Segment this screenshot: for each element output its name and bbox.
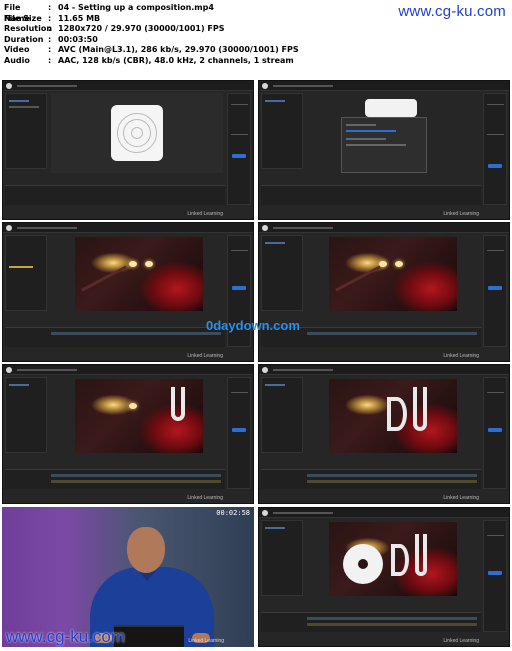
dj-logo-j-icon — [415, 534, 427, 576]
timeline-panel — [5, 327, 225, 347]
panel-button[interactable] — [232, 286, 246, 290]
brand-label: Linked Learning — [187, 353, 223, 359]
brand-label: Linked Learning — [187, 495, 223, 501]
brand-label: Linked Learning — [443, 211, 479, 217]
file-info-panel: File Name:04 - Setting up a composition.… — [4, 3, 304, 66]
app-logo-icon — [6, 367, 12, 373]
dj-logo-d-icon — [387, 397, 407, 431]
thumbnail-5: Linked Learning — [2, 364, 254, 504]
thumbnail-6: Linked Learning — [258, 364, 510, 504]
panel-button[interactable] — [488, 164, 502, 168]
disc-logo-icon — [111, 105, 163, 161]
watermark-bottom: www.cg-ku.com — [6, 627, 126, 646]
app-logo-icon — [262, 225, 268, 231]
brand-label: Linked Learning — [443, 353, 479, 359]
dj-logo-d-icon — [391, 544, 409, 576]
properties-panel — [227, 93, 251, 205]
app-logo-icon — [6, 83, 12, 89]
project-panel — [5, 235, 47, 311]
app-toolbar — [3, 81, 253, 91]
timeline-panel — [261, 469, 481, 489]
properties-panel — [483, 93, 507, 205]
app-toolbar — [259, 81, 509, 91]
panel-button[interactable] — [488, 571, 502, 575]
project-panel — [5, 93, 47, 169]
timeline-panel — [261, 612, 481, 632]
watermark-top: www.cg-ku.com — [398, 3, 506, 20]
timeline-panel — [261, 185, 481, 205]
brand-label: Linked Learning — [443, 638, 479, 644]
brand-label: Linked Learning — [188, 638, 224, 644]
dj-mixer-photo — [75, 237, 203, 311]
app-toolbar — [3, 223, 253, 233]
disc-logo-icon — [343, 544, 383, 584]
project-panel — [261, 377, 303, 453]
dj-mixer-photo — [75, 379, 203, 453]
brand-label: Linked Learning — [443, 495, 479, 501]
properties-panel — [483, 520, 507, 632]
disc-logo-icon — [365, 99, 417, 117]
panel-button[interactable] — [488, 286, 502, 290]
dj-logo-icon — [171, 387, 185, 421]
properties-panel — [483, 377, 507, 489]
file-info-row: Duration:00:03:50 — [4, 34, 98, 44]
thumbnail-2: Linked Learning — [258, 80, 510, 220]
project-panel — [261, 520, 303, 596]
brand-label: Linked Learning — [187, 211, 223, 217]
dj-logo-j-icon — [413, 387, 427, 431]
file-info-row: Resolution:1280x720 / 29.970 (30000/1001… — [4, 24, 225, 33]
app-toolbar — [259, 365, 509, 375]
project-panel — [261, 93, 303, 169]
dj-mixer-photo — [329, 237, 457, 311]
presenter-head — [127, 527, 165, 573]
video-timestamp: 00:02:58 — [216, 509, 250, 517]
panel-button[interactable] — [232, 154, 246, 158]
composition-viewer — [51, 93, 223, 173]
app-toolbar — [259, 223, 509, 233]
watermark-middle: 0daydown.com — [206, 318, 300, 333]
app-toolbar — [259, 508, 509, 518]
dj-mixer-photo — [329, 379, 457, 453]
thumbnail-3: Linked Learning — [2, 222, 254, 362]
timeline-panel — [5, 185, 225, 205]
file-info-row: File Name:04 - Setting up a composition.… — [4, 3, 214, 23]
app-logo-icon — [262, 83, 268, 89]
composition-settings-dialog[interactable] — [341, 117, 427, 173]
project-panel — [261, 235, 303, 311]
app-logo-icon — [6, 225, 12, 231]
panel-button[interactable] — [488, 428, 502, 432]
file-info-row: Audio: AAC, 128 kb/s (CBR), 48.0 kHz, 2 c… — [4, 55, 294, 65]
properties-panel — [227, 377, 251, 489]
file-info-row: File Size:11.65 MB — [4, 13, 101, 23]
app-logo-icon — [262, 367, 268, 373]
file-info-row: Video: AVC (Main@L3.1), 286 kb/s, 29.970 … — [4, 45, 299, 54]
thumbnail-4: Linked Learning — [258, 222, 510, 362]
app-logo-icon — [262, 510, 268, 516]
timeline-panel — [5, 469, 225, 489]
thumbnail-8: Linked Learning — [258, 507, 510, 647]
thumbnail-7-presenter: 00:02:58 Linked Learning — [2, 507, 254, 647]
thumbnail-1: Linked Learning — [2, 80, 254, 220]
project-panel — [5, 377, 47, 453]
app-toolbar — [3, 365, 253, 375]
properties-panel — [483, 235, 507, 347]
panel-button[interactable] — [232, 428, 246, 432]
dj-mixer-photo — [329, 522, 457, 596]
